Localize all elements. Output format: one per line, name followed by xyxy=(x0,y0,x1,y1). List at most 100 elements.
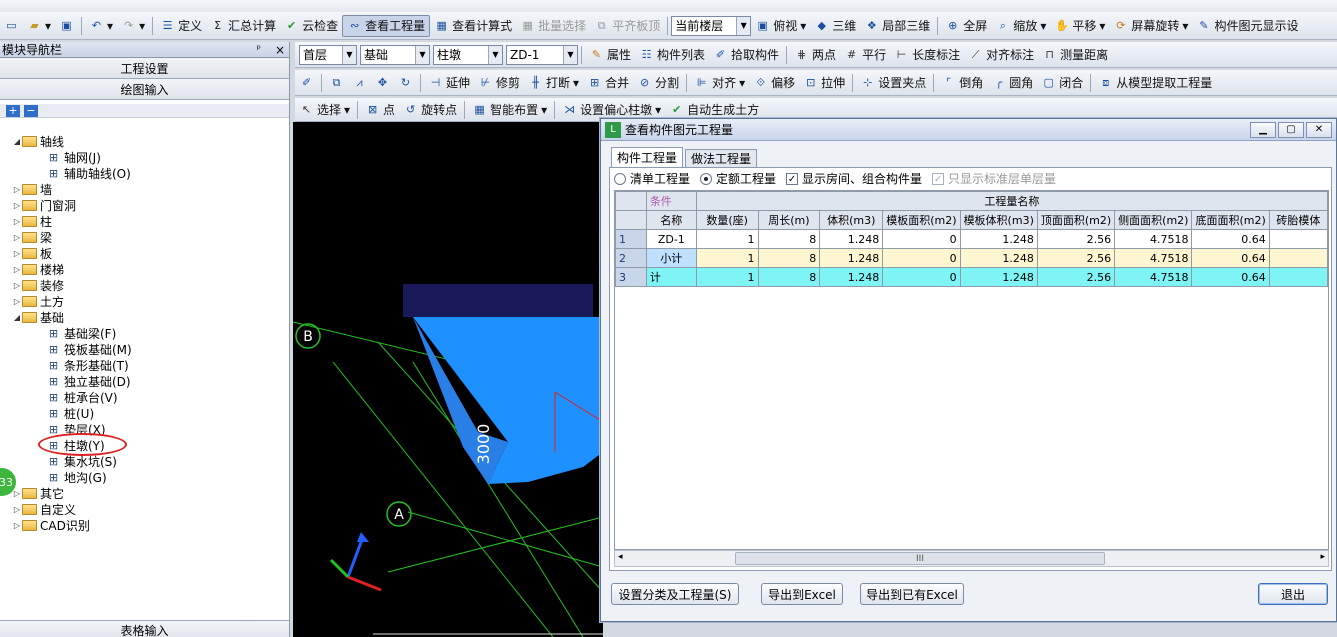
expand-all-icon[interactable]: + xyxy=(6,104,20,117)
table-cell[interactable]: 8 xyxy=(757,229,821,249)
floor-scope-select[interactable]: 当前楼层 ▼ xyxy=(671,15,752,36)
break-button[interactable]: ╫ 打断 ▾ xyxy=(524,72,583,94)
rotate-button[interactable]: ↻ xyxy=(394,72,417,94)
tree-folder-item[interactable]: ▷ CAD识别 xyxy=(0,517,288,533)
chamfer-button[interactable]: ⌜ 倒角 xyxy=(937,72,987,94)
tree-folder-item[interactable]: ▷ 自定义 xyxy=(0,501,288,517)
tree-folder-item[interactable]: ▷ 土方 xyxy=(0,293,288,309)
minimize-button[interactable]: ▁ xyxy=(1250,121,1276,138)
collapsed-arrow-icon[interactable]: ▷ xyxy=(12,233,22,242)
table-cell[interactable]: 计 xyxy=(645,267,697,287)
table-cell[interactable]: 0.64 xyxy=(1191,229,1270,249)
tree-leaf-item[interactable]: ⊞ 垫层(X) xyxy=(0,421,288,437)
floor-select[interactable]: 首层 ▼ xyxy=(299,44,357,65)
table-cell[interactable]: 2.56 xyxy=(1036,267,1116,287)
collapsed-arrow-icon[interactable]: ▷ xyxy=(12,281,22,290)
table-cell[interactable]: 0.64 xyxy=(1191,267,1270,287)
view-formula-button[interactable]: ▦ 查看计算式 xyxy=(430,15,516,37)
component-select[interactable]: ZD-1 ▼ xyxy=(506,44,578,65)
rotate-point-button[interactable]: ↺ 旋转点 xyxy=(399,99,461,121)
brush-button[interactable]: ✐ xyxy=(295,72,318,94)
trim-button[interactable]: ⊬ 修剪 xyxy=(474,72,524,94)
table-row[interactable]: 2 小计 1 8 1.248 0 1.248 2.56 4.7518 0.64 xyxy=(615,248,1328,268)
expanded-arrow-icon[interactable]: ◢ xyxy=(12,313,22,322)
nav-section-project-settings[interactable]: 工程设置 xyxy=(0,58,289,79)
collapsed-arrow-icon[interactable]: ▷ xyxy=(12,185,22,194)
table-cell[interactable]: 1 xyxy=(695,229,759,249)
tab-method-quantity[interactable]: 做法工程量 xyxy=(685,149,758,167)
extract-quantity-button[interactable]: ⧈ 从模型提取工程量 xyxy=(1094,72,1216,94)
parallel-button[interactable]: # 平行 xyxy=(840,44,890,66)
tree-leaf-item[interactable]: ⊞ 辅助轴线(O) xyxy=(0,165,288,181)
collapsed-arrow-icon[interactable]: ▷ xyxy=(12,297,22,306)
collapsed-arrow-icon[interactable]: ▷ xyxy=(12,217,22,226)
radio-bill-quantity[interactable]: 清单工程量 xyxy=(614,170,690,187)
table-cell[interactable] xyxy=(1268,229,1328,249)
tree-leaf-item[interactable]: ⊞ 基础梁(F) xyxy=(0,325,288,341)
tree-folder-item[interactable]: ◢ 轴线 xyxy=(0,133,288,149)
local-3d-button[interactable]: ❖ 局部三维 xyxy=(860,15,934,37)
table-cell[interactable]: 0 xyxy=(882,267,961,287)
tree-folder-item[interactable]: ▷ 其它 xyxy=(0,485,288,501)
expanded-arrow-icon[interactable]: ◢ xyxy=(12,137,22,146)
tree-folder-item[interactable]: ▷ 梁 xyxy=(0,229,288,245)
table-cell[interactable]: 4.7518 xyxy=(1114,267,1193,287)
tree-folder-item[interactable]: ▷ 装修 xyxy=(0,277,288,293)
tree-folder-item[interactable]: ▷ 墙 xyxy=(0,181,288,197)
copy-button[interactable]: ⧉ xyxy=(325,72,348,94)
check-show-room[interactable]: ✓ 显示房间、组合构件量 xyxy=(786,170,922,187)
set-category-button[interactable]: 设置分类及工程量(S) xyxy=(611,583,739,605)
tree-leaf-item[interactable]: ⊞ 条形基础(T) xyxy=(0,357,288,373)
category-select[interactable]: 基础 ▼ xyxy=(360,44,430,65)
collapsed-arrow-icon[interactable]: ▷ xyxy=(12,201,22,210)
flush-slab-button[interactable]: ⧉ 平齐板顶 xyxy=(590,15,664,37)
collapsed-arrow-icon[interactable]: ▷ xyxy=(12,249,22,258)
pan-button[interactable]: ✋ 平移 ▾ xyxy=(1050,15,1109,37)
tree-leaf-item[interactable]: ⊞ 桩承台(V) xyxy=(0,389,288,405)
tree-leaf-item[interactable]: ⊞ 轴网(J) xyxy=(0,149,288,165)
measure-distance-button[interactable]: ⊓ 测量距离 xyxy=(1038,44,1112,66)
table-cell[interactable]: 4.7518 xyxy=(1114,248,1193,268)
pin-icon[interactable]: ᵖ xyxy=(257,44,261,55)
table-cell[interactable]: 1 xyxy=(695,267,759,287)
row-number[interactable]: 3 xyxy=(615,267,647,287)
tree-leaf-item[interactable]: ⊞ 筏板基础(M) xyxy=(0,341,288,357)
exit-button[interactable]: 退出 xyxy=(1258,583,1328,605)
set-grip-button[interactable]: ⊹ 设置夹点 xyxy=(856,72,930,94)
tree-leaf-item[interactable]: ⊞ 桩(U) xyxy=(0,405,288,421)
table-cell[interactable]: 1.248 xyxy=(959,229,1038,249)
smart-layout-button[interactable]: ▦ 智能布置 ▾ xyxy=(468,99,551,121)
tree-folder-item[interactable]: ▷ 柱 xyxy=(0,213,288,229)
export-existing-excel-button[interactable]: 导出到已有Excel xyxy=(860,583,964,605)
tree-folder-item[interactable]: ▷ 楼梯 xyxy=(0,261,288,277)
table-cell[interactable]: 4.7518 xyxy=(1114,229,1193,249)
tab-component-quantity[interactable]: 构件工程量 xyxy=(611,147,684,167)
table-cell[interactable]: 1.248 xyxy=(959,267,1038,287)
nav-section-table-input[interactable]: 表格输入 xyxy=(0,620,289,637)
radio-quota-quantity[interactable]: 定额工程量 xyxy=(700,170,776,187)
table-cell[interactable] xyxy=(1268,248,1328,268)
zoom-button[interactable]: ⌕ 缩放 ▾ xyxy=(991,15,1050,37)
tree-leaf-item[interactable]: ⊞ 集水坑(S) xyxy=(0,453,288,469)
table-cell[interactable]: 1 xyxy=(695,248,759,268)
table-cell[interactable]: ZD-1 xyxy=(645,229,697,249)
fullscreen-button[interactable]: ⊕ 全屏 xyxy=(941,15,991,37)
tree-leaf-item[interactable]: ⊞ 柱墩(Y) xyxy=(0,433,288,456)
drawing-viewport[interactable]: B A 3000 xyxy=(293,122,603,637)
table-row[interactable]: 3 计 1 8 1.248 0 1.248 2.56 4.7518 0.64 xyxy=(615,267,1328,287)
check-standard-floor[interactable]: ✓ 只显示标准层单层量 xyxy=(932,170,1056,187)
pick-component-button[interactable]: ✐ 拾取构件 xyxy=(709,44,783,66)
table-cell[interactable] xyxy=(1268,267,1328,287)
length-dim-button[interactable]: ⊢ 长度标注 xyxy=(890,44,964,66)
batch-select-button[interactable]: ▦ 批量选择 xyxy=(516,15,590,37)
mirror-button[interactable]: ⩘ xyxy=(348,72,371,94)
component-list-button[interactable]: ☷ 构件列表 xyxy=(635,44,709,66)
two-point-button[interactable]: ⋕ 两点 xyxy=(790,44,840,66)
table-cell[interactable]: 0.64 xyxy=(1191,248,1270,268)
table-cell[interactable]: 0 xyxy=(882,229,961,249)
table-cell[interactable]: 2.56 xyxy=(1036,229,1116,249)
cloud-check-button[interactable]: ✔ 云检查 xyxy=(280,15,342,37)
collapse-all-icon[interactable]: − xyxy=(24,104,38,117)
close-button[interactable]: ✕ xyxy=(1306,121,1332,138)
tree-folder-item[interactable]: ▷ 板 xyxy=(0,245,288,261)
